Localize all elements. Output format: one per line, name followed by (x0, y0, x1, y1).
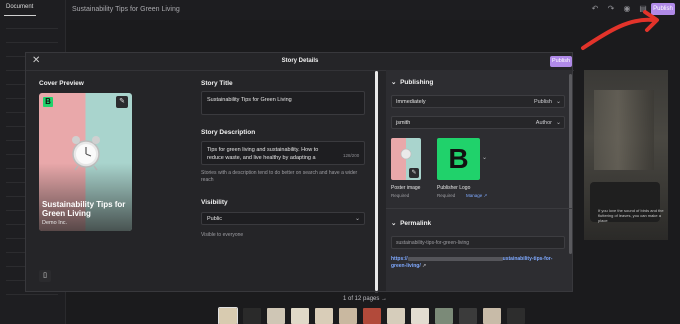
left-scrollbar[interactable] (375, 71, 378, 291)
story-title-input[interactable]: Sustainability Tips for Green Living (201, 91, 365, 115)
chevron-right-icon[interactable]: → (381, 296, 387, 302)
modal-publish-button[interactable]: Publish (550, 56, 572, 67)
poster-image-required: Required (391, 193, 410, 198)
cover-preview-heading: Cover Preview (39, 80, 84, 87)
page-thumbnails (218, 307, 525, 324)
publishing-heading: Publishing (400, 79, 434, 86)
page-thumbnail[interactable] (435, 308, 453, 324)
description-helper: Stories with a description tend to do be… (201, 170, 358, 183)
cover-preview-card: B ✎ Sustainability Tips for Green Living… (39, 93, 132, 231)
canvas-caption: If you love the sound of birds and the f… (598, 208, 664, 223)
chevron-down-icon: ⌄ (555, 99, 561, 105)
publisher-logo-image[interactable]: B (437, 138, 480, 180)
cover-title: Sustainability Tips for Green Living (42, 200, 126, 218)
page-thumbnail[interactable] (243, 308, 261, 324)
chevron-down-icon: ⌄ (354, 216, 360, 222)
cover-publisher: Demo Inc. (42, 220, 68, 226)
story-description-text: Tips for green living and sustainability… (207, 147, 319, 161)
page-thumbnail[interactable] (315, 308, 333, 324)
publish-time-action: Publish (533, 99, 552, 105)
publisher-logo-label: Publisher Logo (437, 185, 471, 191)
page-thumbnail[interactable] (483, 308, 501, 324)
page-thumbnail[interactable] (291, 308, 309, 324)
visibility-heading: Visibility (201, 199, 228, 206)
external-link-icon: ↗ (483, 193, 488, 198)
description-char-counter: 128/200 (343, 153, 360, 158)
visibility-value: Public (207, 216, 222, 222)
poster-image-label: Poster image (391, 185, 421, 191)
author-select[interactable]: jsmith Author ⌄ (391, 116, 565, 129)
manage-link[interactable]: Manage ↗ (466, 193, 487, 199)
publisher-logo-small: B (43, 97, 53, 107)
chevron-down-icon[interactable]: ⌄ (482, 154, 487, 161)
chevron-down-icon: ⌄ (555, 120, 561, 126)
story-title-heading: Story Title (201, 80, 233, 87)
publish-time-select[interactable]: Immediately Publish ⌄ (391, 95, 565, 108)
document-tab-underline (4, 15, 36, 16)
red-arrow-annotation (581, 10, 659, 50)
visibility-select[interactable]: Public ⌄ (201, 212, 365, 225)
story-description-heading: Story Description (201, 129, 256, 136)
page-thumbnail[interactable] (507, 308, 525, 324)
chevron-down-icon: ⌄ (391, 220, 397, 227)
poster-image-thumbnail[interactable]: ✎ (391, 138, 421, 180)
document-tab[interactable]: Document (6, 4, 33, 10)
page-thumbnail[interactable] (411, 308, 429, 324)
editor-story-title[interactable]: Sustainability Tips for Green Living (72, 6, 180, 13)
edit-cover-icon[interactable]: ✎ (116, 96, 128, 108)
redacted-domain (407, 256, 503, 261)
section-divider (386, 208, 572, 209)
page-thumbnail[interactable] (339, 308, 357, 324)
author-role: Author (535, 120, 552, 126)
publish-time-value: Immediately (396, 99, 426, 105)
publisher-logo-required: Required (437, 193, 456, 198)
modal-header: ✕ Story Details Publish (26, 53, 574, 71)
page-thumbnail[interactable] (363, 308, 381, 324)
publishing-section[interactable]: ⌄ Publishing (391, 78, 433, 86)
edit-poster-icon[interactable]: ✎ (409, 168, 419, 178)
modal-title: Story Details (281, 58, 319, 64)
story-description-input[interactable]: Tips for green living and sustainability… (201, 141, 365, 165)
author-value: jsmith (396, 120, 411, 126)
right-scrollbar[interactable] (569, 74, 572, 254)
external-link-icon: ↗ (422, 263, 427, 269)
document-icon[interactable]: ▯ (39, 270, 51, 282)
permalink-section[interactable]: ⌄ Permalink (391, 219, 431, 227)
visibility-helper: Visible to everyone (201, 232, 244, 238)
permalink-heading: Permalink (400, 220, 432, 227)
page-thumbnail[interactable] (387, 308, 405, 324)
page-thumbnail[interactable] (459, 308, 477, 324)
chevron-down-icon: ⌄ (391, 79, 397, 86)
page-thumbnail[interactable] (267, 308, 285, 324)
editor-root: Document Sustainability Tips for Green L… (0, 0, 680, 324)
page-thumbnail[interactable] (218, 307, 238, 324)
permalink-slug-input[interactable]: sustainability-tips-for-green-living (391, 236, 565, 249)
permalink-url[interactable]: https://ustainability-tips-for- green-li… (391, 256, 566, 270)
page-count: 1 of 12 pages → (343, 296, 388, 302)
